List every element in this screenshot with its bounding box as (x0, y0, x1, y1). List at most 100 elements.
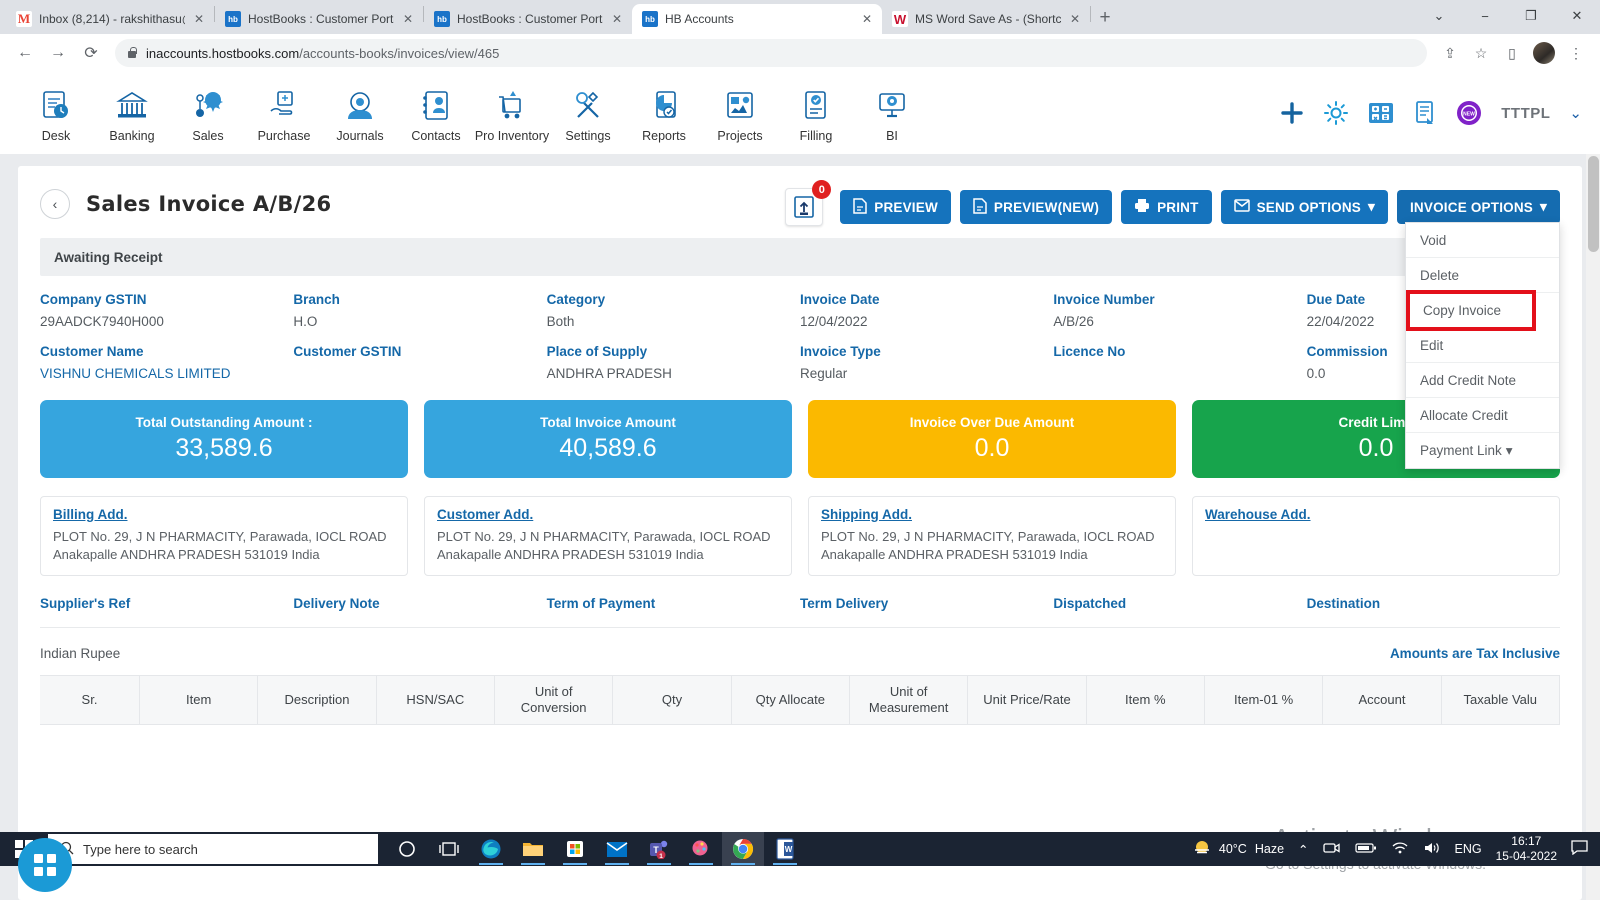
new-badge-icon[interactable]: NEW (1456, 100, 1482, 126)
search-input[interactable]: Type here to search (48, 834, 378, 864)
column-header-item-percent: Item % (1087, 676, 1205, 724)
preview-new-button[interactable]: PREVIEW(NEW) (959, 190, 1113, 224)
nav-item-filling[interactable]: Filling (778, 84, 854, 143)
word-icon[interactable]: W (764, 832, 806, 866)
menu-item-copy-invoice[interactable]: Copy Invoice (1406, 290, 1536, 331)
address-card-title[interactable]: Shipping Add. (821, 507, 1163, 522)
bookmark-star-icon[interactable]: ☆ (1467, 39, 1495, 67)
nav-item-pro-inventory[interactable]: Pro Inventory (474, 84, 550, 143)
cortana-icon[interactable] (386, 832, 428, 866)
page-scrollbar[interactable] (1586, 154, 1600, 900)
sidepanel-icon[interactable]: ▯ (1498, 39, 1526, 67)
minimize-button[interactable]: − (1462, 0, 1508, 32)
browser-tab[interactable]: hb HostBooks : Customer Portal ✕ (424, 4, 632, 34)
nav-label: Reports (642, 128, 686, 143)
clock[interactable]: 16:17 15-04-2022 (1496, 834, 1557, 864)
field-value[interactable]: VISHNU CHEMICALS LIMITED (40, 366, 293, 382)
preview-button[interactable]: PREVIEW (840, 190, 951, 224)
reload-button[interactable]: ⟳ (76, 38, 106, 68)
chevron-up-icon[interactable]: ⌃ (1298, 842, 1308, 857)
hostbooks-icon: hb (225, 11, 241, 27)
column-header-account: Account (1323, 676, 1442, 724)
menu-item-allocate-credit[interactable]: Allocate Credit (1406, 398, 1559, 433)
address-card-title[interactable]: Billing Add. (53, 507, 395, 522)
close-icon[interactable]: ✕ (610, 13, 624, 25)
summary-card-title: Invoice Over Due Amount (909, 415, 1075, 430)
nav-item-sales[interactable]: Sales (170, 84, 246, 143)
add-icon[interactable] (1280, 101, 1304, 125)
menu-item-delete[interactable]: Delete (1406, 258, 1559, 293)
avatar[interactable] (1533, 42, 1555, 64)
menu-item-payment-link[interactable]: Payment Link ▾ (1406, 433, 1559, 468)
task-view-icon[interactable] (428, 832, 470, 866)
maximize-button[interactable]: ❐ (1508, 0, 1554, 32)
address-card-title[interactable]: Warehouse Add. (1205, 507, 1547, 522)
nav-item-contacts[interactable]: Contacts (398, 84, 474, 143)
chrome-menu-icon[interactable]: ⋮ (1562, 39, 1590, 67)
close-icon[interactable]: ✕ (401, 13, 415, 25)
nav-item-projects[interactable]: Projects (702, 84, 778, 143)
volume-icon[interactable] (1423, 841, 1441, 858)
edge-icon[interactable] (470, 832, 512, 866)
address-bar[interactable]: inaccounts.hostbooks.com/accounts-books/… (115, 39, 1427, 67)
summary-card-total-outstanding: Total Outstanding Amount : 33,589.6 (40, 400, 408, 478)
file-explorer-icon[interactable] (512, 832, 554, 866)
mail-icon[interactable] (596, 832, 638, 866)
back-navigation-button[interactable]: ‹ (40, 189, 70, 219)
address-card-title[interactable]: Customer Add. (437, 507, 779, 522)
field-invoice-date: Invoice Date 12/04/2022 (800, 292, 1053, 330)
nav-item-reports[interactable]: Reports (626, 84, 702, 143)
browser-tab[interactable]: W MS Word Save As - (Shortcut Ser ✕ (882, 4, 1090, 34)
nav-item-banking[interactable]: Banking (94, 84, 170, 143)
nav-item-bi[interactable]: BI (854, 84, 930, 143)
back-button[interactable]: ← (10, 38, 40, 68)
wifi-icon[interactable] (1391, 841, 1409, 858)
nav-item-desk[interactable]: Desk (18, 84, 94, 143)
tab-search-icon[interactable]: ⌄ (1416, 0, 1462, 32)
menu-item-edit[interactable]: Edit (1406, 328, 1559, 363)
tab-title: MS Word Save As - (Shortcut Ser (915, 12, 1061, 26)
forward-button[interactable]: → (43, 38, 73, 68)
calculator-icon[interactable] (1368, 102, 1394, 124)
nav-item-settings[interactable]: Settings (550, 84, 626, 143)
chrome-icon[interactable] (722, 832, 764, 866)
gear-icon[interactable] (1323, 100, 1349, 126)
nav-item-purchase[interactable]: Purchase (246, 84, 322, 143)
paint-icon[interactable] (680, 832, 722, 866)
filling-icon (778, 84, 854, 128)
column-header-qty: Qty (613, 676, 732, 724)
summary-card-value: 0.0 (974, 434, 1010, 462)
nav-label: Purchase (257, 128, 311, 143)
store-icon[interactable] (554, 832, 596, 866)
close-icon[interactable]: ✕ (1068, 13, 1082, 25)
teams-icon[interactable]: T1 (638, 832, 680, 866)
notes-icon[interactable] (1413, 100, 1437, 126)
browser-tab[interactable]: hb HostBooks : Customer Portal ✕ (215, 4, 423, 34)
meet-now-icon[interactable] (1322, 841, 1341, 858)
quick-actions-fab[interactable] (18, 838, 72, 892)
chevron-down-icon[interactable]: ⌄ (1569, 104, 1582, 122)
language-indicator[interactable]: ENG (1455, 842, 1482, 856)
scrollbar-thumb[interactable] (1588, 156, 1599, 252)
browser-tab[interactable]: M Inbox (8,214) - rakshithasu@gma ✕ (6, 4, 214, 34)
weather-widget[interactable]: 40°C Haze (1193, 839, 1284, 860)
new-tab-button[interactable]: + (1091, 4, 1119, 32)
menu-item-add-credit-note[interactable]: Add Credit Note (1406, 363, 1559, 398)
send-options-button[interactable]: SEND OPTIONS ▾ (1220, 190, 1388, 224)
field-label: Customer Name (40, 344, 144, 359)
close-window-button[interactable]: ✕ (1554, 0, 1600, 32)
battery-icon[interactable] (1354, 842, 1377, 857)
action-center-icon[interactable] (1571, 840, 1588, 858)
close-icon[interactable]: ✕ (192, 13, 206, 25)
nav-label: Filling (799, 128, 833, 143)
browser-tab-active[interactable]: hb HB Accounts ✕ (632, 4, 882, 34)
nav-item-journals[interactable]: Journals (322, 84, 398, 143)
print-button[interactable]: PRINT (1121, 190, 1212, 224)
share-icon[interactable]: ⇪ (1436, 39, 1464, 67)
column-header-item: Item (140, 676, 259, 724)
menu-item-void[interactable]: Void (1406, 223, 1559, 258)
close-icon[interactable]: ✕ (860, 13, 874, 25)
invoice-options-button[interactable]: INVOICE OPTIONS ▾ (1396, 190, 1560, 224)
send-options-button-label: SEND OPTIONS (1256, 199, 1361, 215)
journals-icon (322, 84, 398, 128)
